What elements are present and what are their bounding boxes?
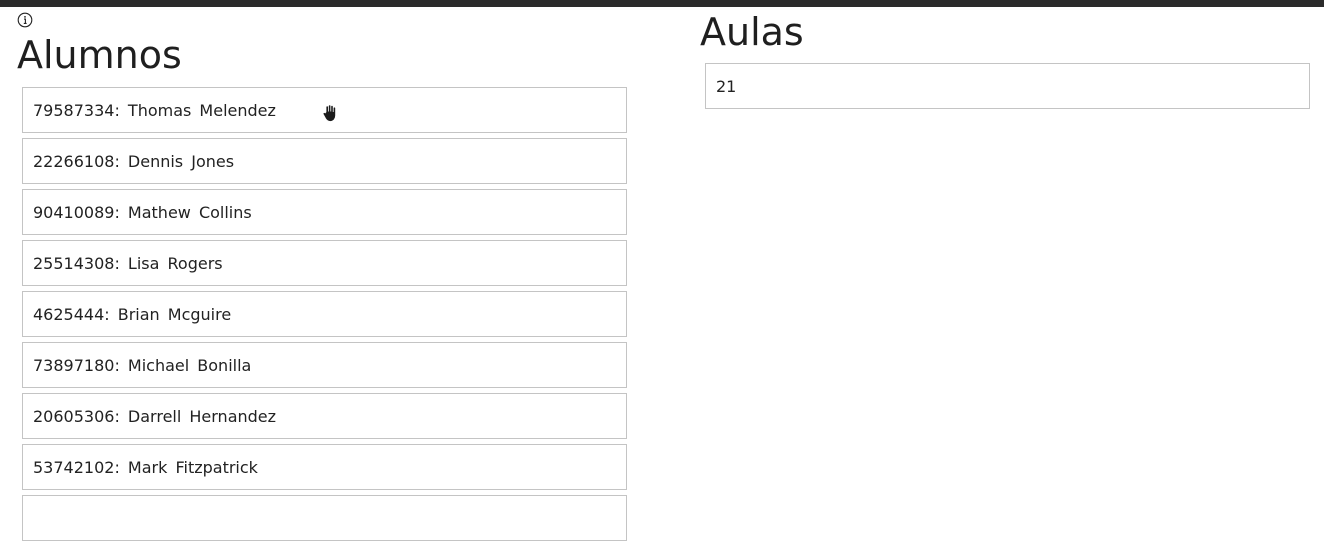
hand-cursor-icon	[322, 104, 336, 122]
alumnos-list: 79587334: Thomas Melendez 22266108: Denn…	[22, 87, 627, 546]
aula-list-item[interactable]: 21	[705, 63, 1310, 109]
aulas-heading: Aulas	[700, 10, 804, 54]
alumno-list-item[interactable]: 73897180: Michael Bonilla	[22, 342, 627, 388]
alumno-list-item[interactable]	[22, 495, 627, 541]
info-icon[interactable]	[17, 12, 33, 28]
window-top-bar	[0, 0, 1324, 7]
alumno-list-item[interactable]: 20605306: Darrell Hernandez	[22, 393, 627, 439]
alumno-list-item[interactable]: 22266108: Dennis Jones	[22, 138, 627, 184]
alumnos-heading: Alumnos	[17, 33, 182, 77]
alumno-list-item[interactable]: 53742102: Mark Fitzpatrick	[22, 444, 627, 490]
alumno-list-item[interactable]: 90410089: Mathew Collins	[22, 189, 627, 235]
alumno-list-item[interactable]: 25514308: Lisa Rogers	[22, 240, 627, 286]
alumno-list-item[interactable]: 4625444: Brian Mcguire	[22, 291, 627, 337]
